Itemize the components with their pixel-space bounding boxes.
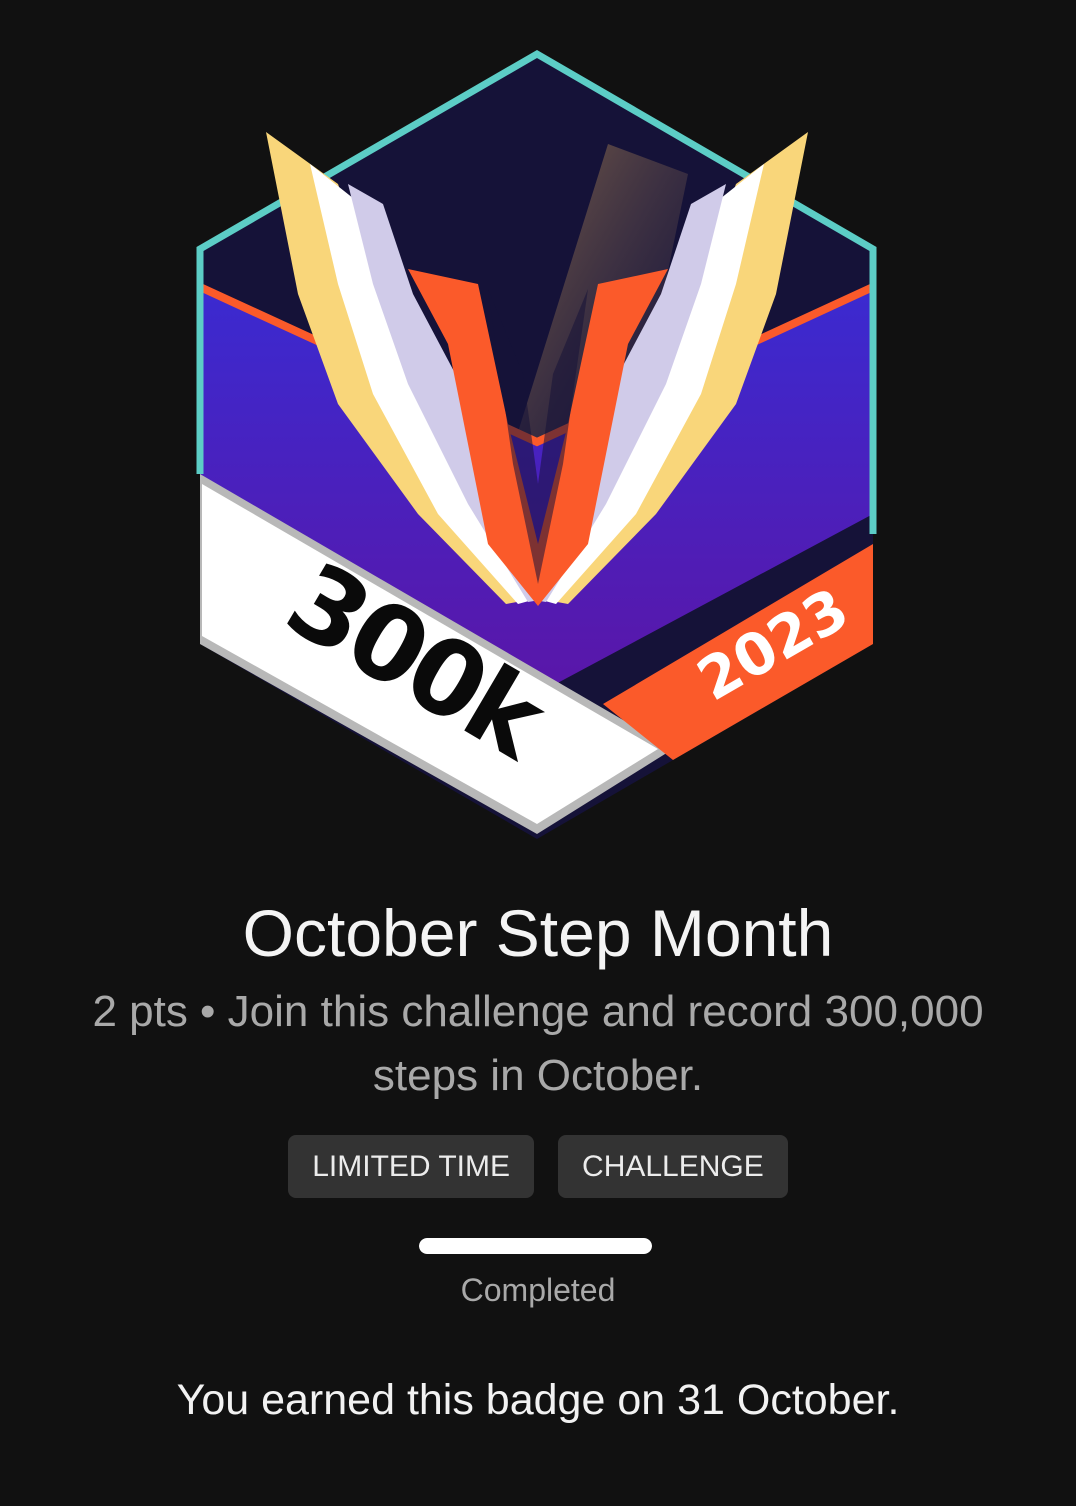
earned-date-text: You earned this badge on 31 October.: [176, 1376, 900, 1424]
badge-description: 2 pts • Join this challenge and record 3…: [92, 987, 984, 1100]
badge-image: 300k 2023: [188, 44, 888, 844]
progress-status: Completed: [460, 1272, 616, 1308]
progress-fill: [419, 1238, 652, 1254]
progress-bar: [419, 1238, 652, 1254]
tag-limited-time: LIMITED TIME: [288, 1135, 535, 1198]
hexagon-wings-badge-icon: 300k 2023: [196, 49, 877, 839]
tag-challenge: CHALLENGE: [558, 1135, 788, 1198]
badge-title: October Step Month: [242, 896, 834, 970]
tag-list: LIMITED TIME CHALLENGE: [0, 1135, 1076, 1198]
